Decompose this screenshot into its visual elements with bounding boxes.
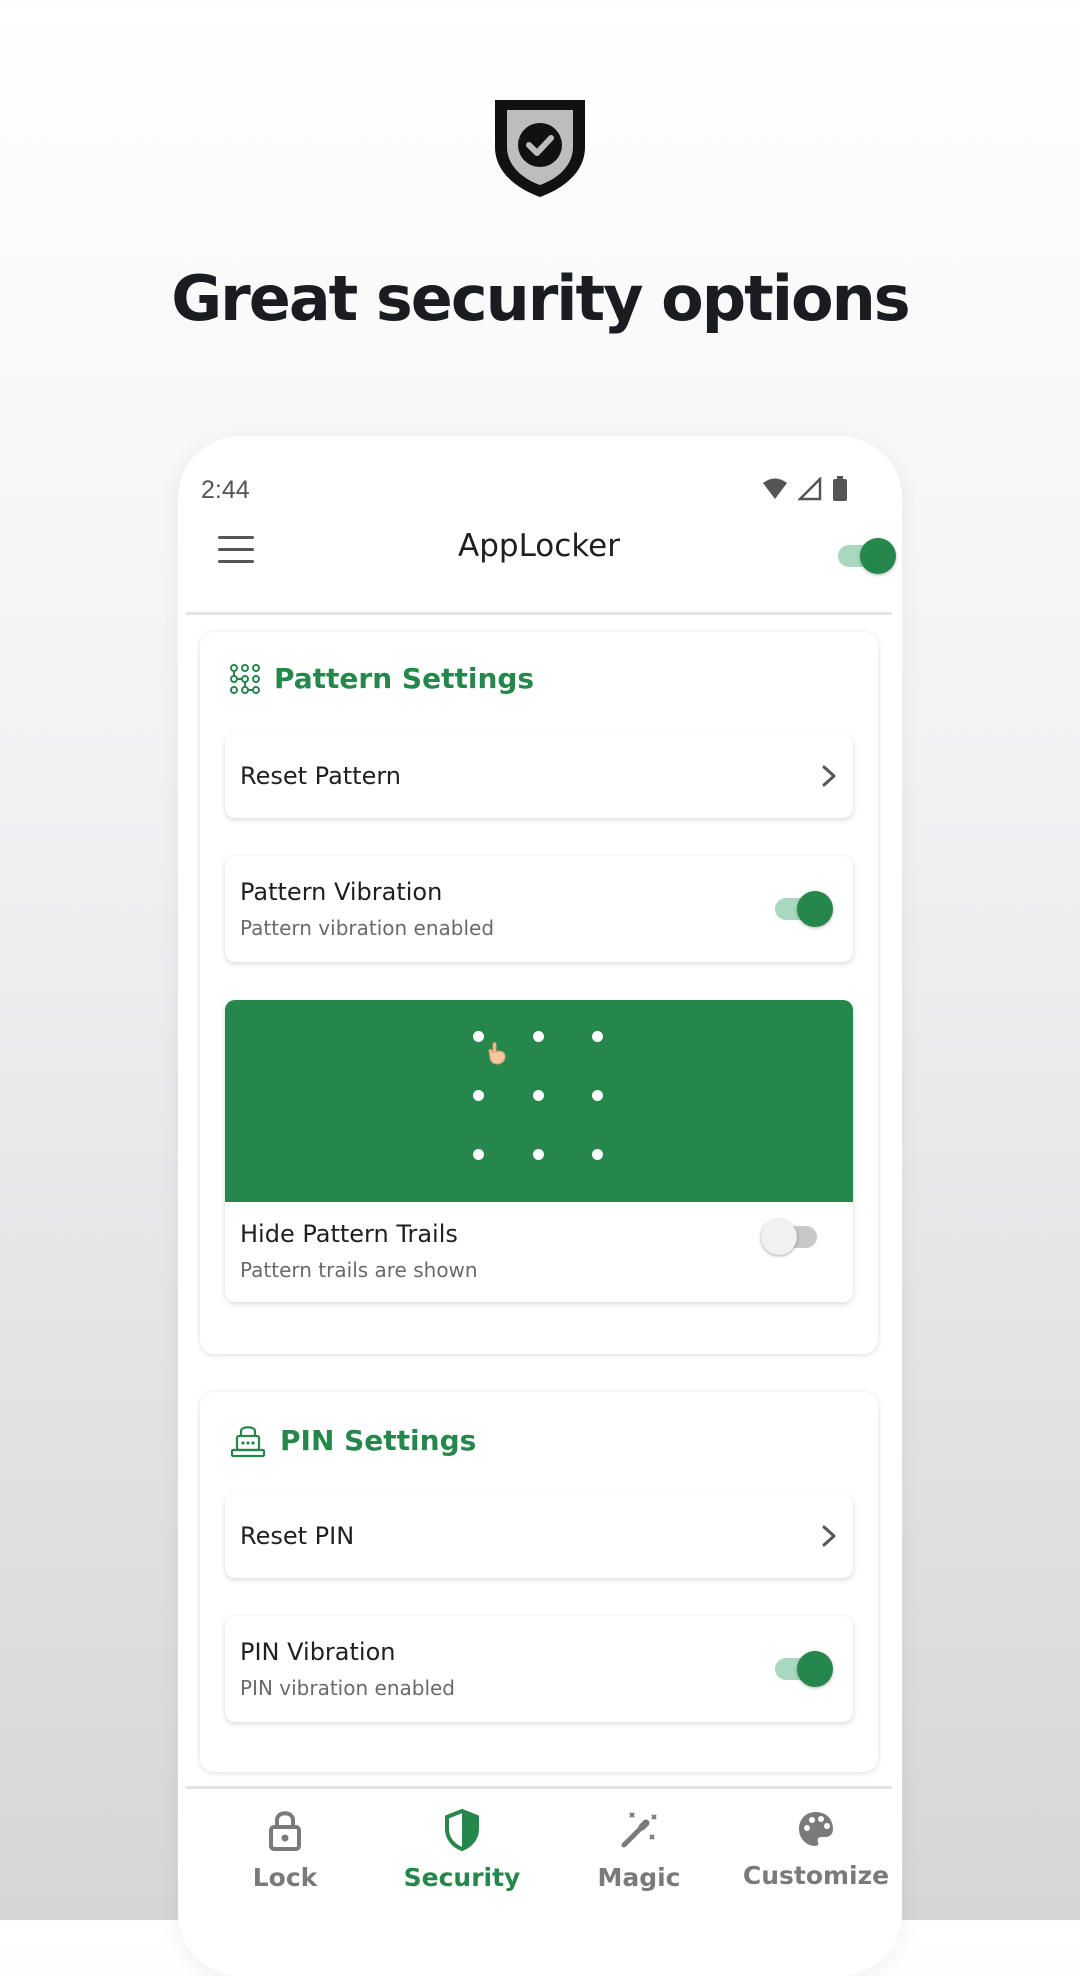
- app-toolbar: AppLocker: [186, 498, 896, 615]
- chevron-right-icon: [822, 765, 836, 787]
- wifi-icon: [763, 478, 787, 499]
- pin-vibration-subtitle: PIN vibration enabled: [240, 1676, 455, 1700]
- pattern-dot: [473, 1090, 484, 1101]
- pattern-dot: [533, 1031, 544, 1042]
- nav-magic[interactable]: Magic: [559, 1809, 719, 1892]
- nav-customize-label: Customize: [742, 1861, 890, 1890]
- pin-settings-card: PIN Settings Reset PIN PIN Vibration PIN…: [200, 1392, 878, 1772]
- nav-customize[interactable]: Customize: [736, 1809, 896, 1890]
- phone-screen: 2:44 AppLocker Pattern Settings Reset Pa…: [178, 436, 902, 1976]
- pattern-vibration-row[interactable]: Pattern Vibration Pattern vibration enab…: [225, 856, 853, 962]
- hide-pattern-trails-toggle[interactable]: [761, 1217, 819, 1257]
- pin-vibration-row[interactable]: PIN Vibration PIN vibration enabled: [225, 1616, 853, 1722]
- padlock-icon: [269, 1811, 301, 1851]
- pattern-vibration-title: Pattern Vibration: [240, 878, 443, 906]
- hand-pointer-icon: [488, 1042, 506, 1065]
- pattern-dot: [533, 1090, 544, 1101]
- hide-pattern-trails-title: Hide Pattern Trails: [240, 1220, 458, 1248]
- pattern-vibration-toggle[interactable]: [775, 889, 833, 929]
- pattern-grid-icon: [230, 663, 260, 694]
- pattern-vibration-subtitle: Pattern vibration enabled: [240, 916, 495, 940]
- pattern-settings-header: Pattern Settings: [230, 662, 534, 695]
- pin-lock-icon: [230, 1426, 266, 1458]
- master-lock-toggle[interactable]: [838, 536, 896, 576]
- nav-lock[interactable]: Lock: [205, 1809, 365, 1892]
- shield-icon: [445, 1809, 479, 1851]
- pattern-dot: [592, 1149, 603, 1160]
- hide-pattern-trails-subtitle: Pattern trails are shown: [240, 1258, 478, 1282]
- nav-magic-label: Magic: [597, 1863, 681, 1892]
- pattern-dot: [473, 1031, 484, 1042]
- app-title: AppLocker: [458, 528, 620, 564]
- reset-pin-label: Reset PIN: [240, 1522, 355, 1550]
- pattern-settings-card: Pattern Settings Reset Pattern Pattern V…: [200, 632, 878, 1354]
- reset-pattern-label: Reset Pattern: [240, 762, 402, 790]
- pin-vibration-title: PIN Vibration: [240, 1638, 396, 1666]
- pin-vibration-toggle[interactable]: [775, 1649, 833, 1689]
- pattern-dot: [592, 1031, 603, 1042]
- nav-lock-label: Lock: [252, 1863, 318, 1892]
- pattern-settings-title: Pattern Settings: [274, 662, 535, 695]
- chevron-right-icon: [822, 1525, 836, 1547]
- reset-pin-row[interactable]: Reset PIN: [225, 1494, 853, 1578]
- magic-wand-icon: [621, 1812, 657, 1848]
- pattern-preview: [225, 1000, 853, 1202]
- pattern-dot: [473, 1149, 484, 1160]
- pattern-dot: [592, 1090, 603, 1101]
- nav-security-label: Security: [403, 1863, 521, 1892]
- bottom-navigation: Lock Security Magic Customize: [186, 1786, 892, 1976]
- pattern-dot: [533, 1149, 544, 1160]
- hide-pattern-trails-row[interactable]: Hide Pattern Trails Pattern trails are s…: [225, 1000, 853, 1302]
- pin-settings-title: PIN Settings: [280, 1423, 477, 1457]
- headline: Great security options: [171, 262, 910, 335]
- shield-check-icon: [495, 100, 585, 197]
- nav-security[interactable]: Security: [382, 1809, 542, 1892]
- pin-settings-header: PIN Settings: [230, 1422, 476, 1458]
- palette-icon: [799, 1812, 833, 1846]
- reset-pattern-row[interactable]: Reset Pattern: [225, 734, 853, 818]
